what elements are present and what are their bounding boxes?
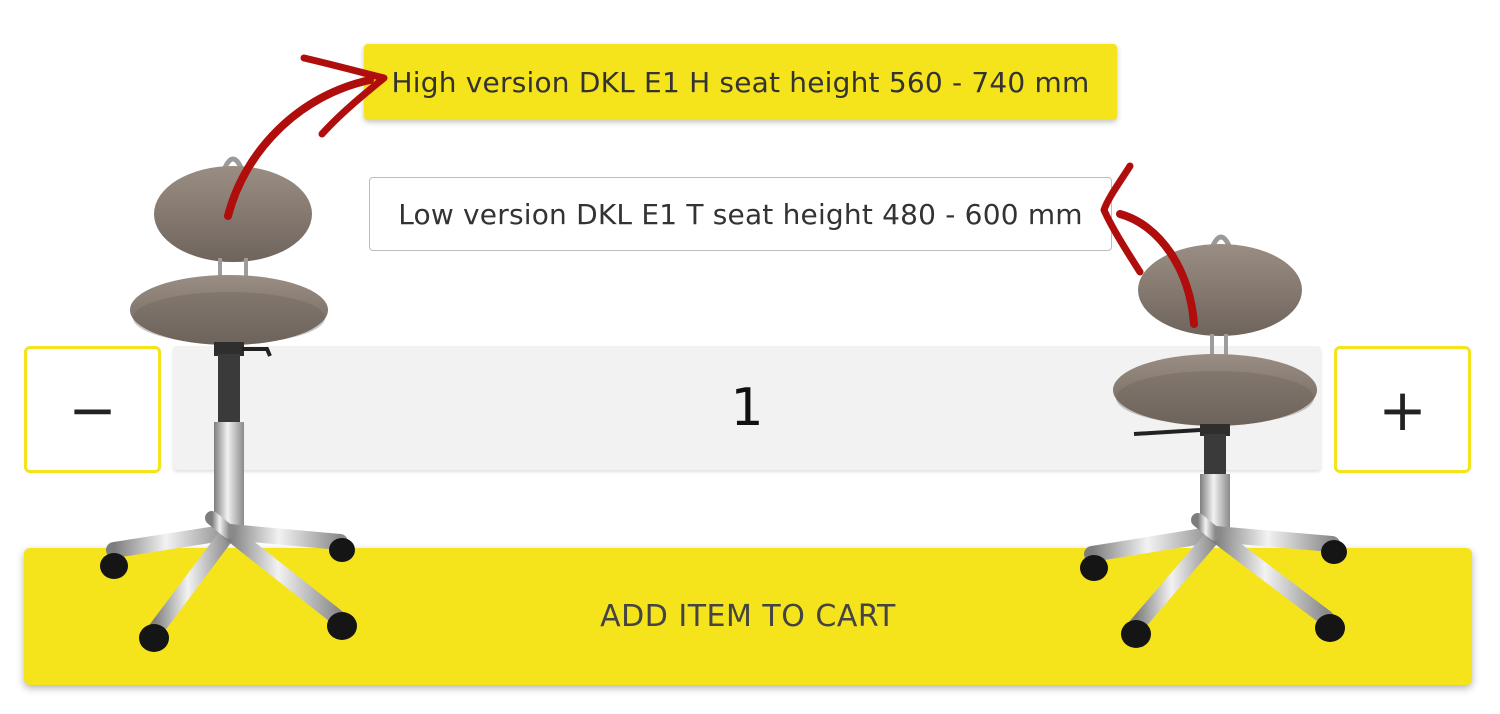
add-to-cart-label: ADD ITEM TO CART bbox=[600, 599, 896, 634]
variant-high-label: High version DKL E1 H seat height 560 - … bbox=[391, 65, 1090, 99]
variant-high-button[interactable]: High version DKL E1 H seat height 560 - … bbox=[364, 44, 1117, 120]
low-version-chair-image bbox=[1080, 234, 1347, 648]
quantity-increase-button[interactable]: + bbox=[1334, 346, 1471, 473]
variant-low-button[interactable]: Low version DKL E1 T seat height 480 - 6… bbox=[369, 177, 1112, 251]
high-version-chair-image bbox=[100, 156, 357, 652]
variant-low-label: Low version DKL E1 T seat height 480 - 6… bbox=[398, 197, 1083, 231]
plus-icon: + bbox=[1378, 375, 1427, 444]
